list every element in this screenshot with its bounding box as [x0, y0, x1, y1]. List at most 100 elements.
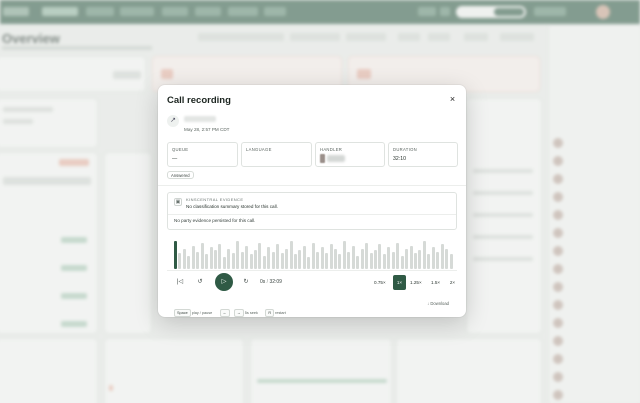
evidence-kicker: KINSCENTRAL EVIDENCE	[186, 197, 244, 202]
handler-box: HANDLER	[315, 142, 385, 167]
handler-label: HANDLER	[320, 147, 343, 152]
waveform-bar[interactable]	[311, 243, 315, 269]
speed-2-button[interactable]: 2×	[446, 275, 459, 290]
speed-0-75-button[interactable]: 0.75×	[372, 275, 388, 290]
call-recording-modal: Call recording × ↗ May 28, 2:57 PM CDT Q…	[158, 85, 466, 317]
duration-value: 32:10	[393, 156, 406, 162]
rewind-icon[interactable]: ↺	[195, 277, 205, 287]
waveform-bar[interactable]	[254, 250, 257, 269]
waveform-bar[interactable]	[222, 257, 226, 269]
waveform-bar[interactable]	[200, 243, 204, 269]
waveform-bar[interactable]	[174, 241, 177, 269]
waveform-bar[interactable]	[196, 252, 200, 269]
waveform-bar[interactable]	[347, 252, 351, 269]
divider	[168, 214, 456, 215]
waveform-bar[interactable]	[289, 241, 293, 269]
skip-to-start-icon[interactable]: |◁	[175, 277, 185, 287]
call-timestamp: May 28, 2:57 PM CDT	[184, 127, 230, 132]
waveform-bar[interactable]	[209, 247, 213, 269]
duration-box: DURATION 32:10	[388, 142, 458, 167]
waveform-bar[interactable]	[178, 253, 182, 269]
space-key: Space	[174, 309, 191, 317]
outbound-call-icon: ↗	[167, 115, 179, 127]
forward-icon[interactable]: ↻	[241, 277, 251, 287]
waveform-bar[interactable]	[218, 244, 222, 269]
waveform-bar[interactable]	[374, 250, 377, 269]
waveform-bar[interactable]	[182, 249, 186, 269]
evidence-panel: ▣ KINSCENTRAL EVIDENCE No classification…	[167, 192, 457, 230]
queue-label: QUEUE	[172, 147, 189, 152]
language-label: LANGUAGE	[246, 147, 272, 152]
waveform-bar[interactable]	[231, 253, 235, 269]
waveform-bar[interactable]	[440, 244, 444, 269]
waveform-bar[interactable]	[445, 249, 449, 269]
waveform-bar[interactable]	[414, 253, 417, 269]
waveform-bar[interactable]	[267, 247, 271, 269]
waveform-bar[interactable]	[342, 241, 346, 269]
waveform-bar[interactable]	[227, 249, 231, 269]
waveform-bar[interactable]	[334, 249, 337, 269]
waveform-bar[interactable]	[400, 256, 404, 269]
waveform-bar[interactable]	[249, 254, 253, 269]
waveform-bar[interactable]	[409, 246, 413, 269]
waveform-bar[interactable]	[302, 246, 306, 269]
evidence-summary: No classification summary stored for thi…	[186, 204, 278, 209]
waveform-bar[interactable]	[422, 241, 426, 269]
avatar	[320, 154, 325, 163]
waveform-bar[interactable]	[298, 250, 302, 269]
waveform-bar[interactable]	[294, 254, 297, 269]
waveform-bar[interactable]	[191, 246, 195, 269]
speed-1-25-button[interactable]: 1.25×	[408, 275, 424, 290]
waveform-bar[interactable]	[369, 253, 373, 269]
waveform-bar[interactable]	[271, 252, 275, 269]
waveform-bar[interactable]	[187, 256, 191, 269]
party-evidence: No party evidence persisted for this cal…	[174, 218, 256, 223]
r-key: R	[265, 309, 275, 317]
keyboard-hints: Space play / pause ← → 5s seek Rrestart ↓ …	[167, 298, 457, 317]
speed-1-5-button[interactable]: 1.5×	[429, 275, 442, 290]
waveform-bar[interactable]	[431, 247, 435, 269]
restart-hint: restart	[275, 311, 286, 315]
waveform-bar[interactable]	[449, 254, 453, 269]
close-icon[interactable]: ×	[446, 93, 459, 106]
waveform-bar[interactable]	[262, 256, 266, 269]
download-button[interactable]: ↓ Download	[427, 301, 449, 306]
audio-waveform[interactable]	[174, 240, 454, 269]
waveform-bar[interactable]	[325, 253, 329, 269]
waveform-bar[interactable]	[214, 250, 217, 269]
waveform-bar[interactable]	[378, 244, 382, 269]
waveform-bar[interactable]	[360, 249, 364, 269]
duration-label: DURATION	[393, 147, 417, 152]
waveform-bar[interactable]	[320, 247, 324, 269]
waveform-bar[interactable]	[236, 241, 240, 269]
waveform-bar[interactable]	[307, 257, 311, 269]
seek-hint: 5s seek	[244, 311, 258, 315]
waveform-bar[interactable]	[405, 249, 409, 269]
waveform-bar[interactable]	[356, 256, 360, 269]
waveform-bar[interactable]	[280, 253, 284, 269]
divider	[158, 185, 466, 186]
waveform-bar[interactable]	[316, 252, 320, 269]
modal-title: Call recording	[167, 95, 231, 106]
total-time: 32:09	[269, 279, 282, 285]
speed-1-button[interactable]: 1×	[393, 275, 406, 290]
waveform-bar[interactable]	[276, 244, 280, 269]
waveform-bar[interactable]	[418, 250, 422, 269]
waveform-bar[interactable]	[396, 243, 400, 269]
play-pause-hint: play / pause	[191, 311, 213, 315]
waveform-bar[interactable]	[245, 246, 249, 269]
waveform-bar[interactable]	[382, 254, 386, 269]
waveform-bar[interactable]	[427, 254, 431, 269]
play-button[interactable]: ▷	[215, 273, 233, 291]
waveform-bar[interactable]	[338, 254, 342, 269]
waveform-bar[interactable]	[391, 252, 395, 269]
waveform-bar[interactable]	[240, 252, 244, 269]
waveform-bar[interactable]	[285, 249, 289, 269]
waveform-bar[interactable]	[436, 252, 440, 269]
waveform-bar[interactable]	[329, 244, 333, 269]
waveform-bar[interactable]	[365, 243, 369, 269]
waveform-bar[interactable]	[387, 247, 391, 269]
waveform-bar[interactable]	[205, 254, 209, 269]
waveform-bar[interactable]	[351, 246, 355, 269]
waveform-bar[interactable]	[258, 243, 262, 269]
